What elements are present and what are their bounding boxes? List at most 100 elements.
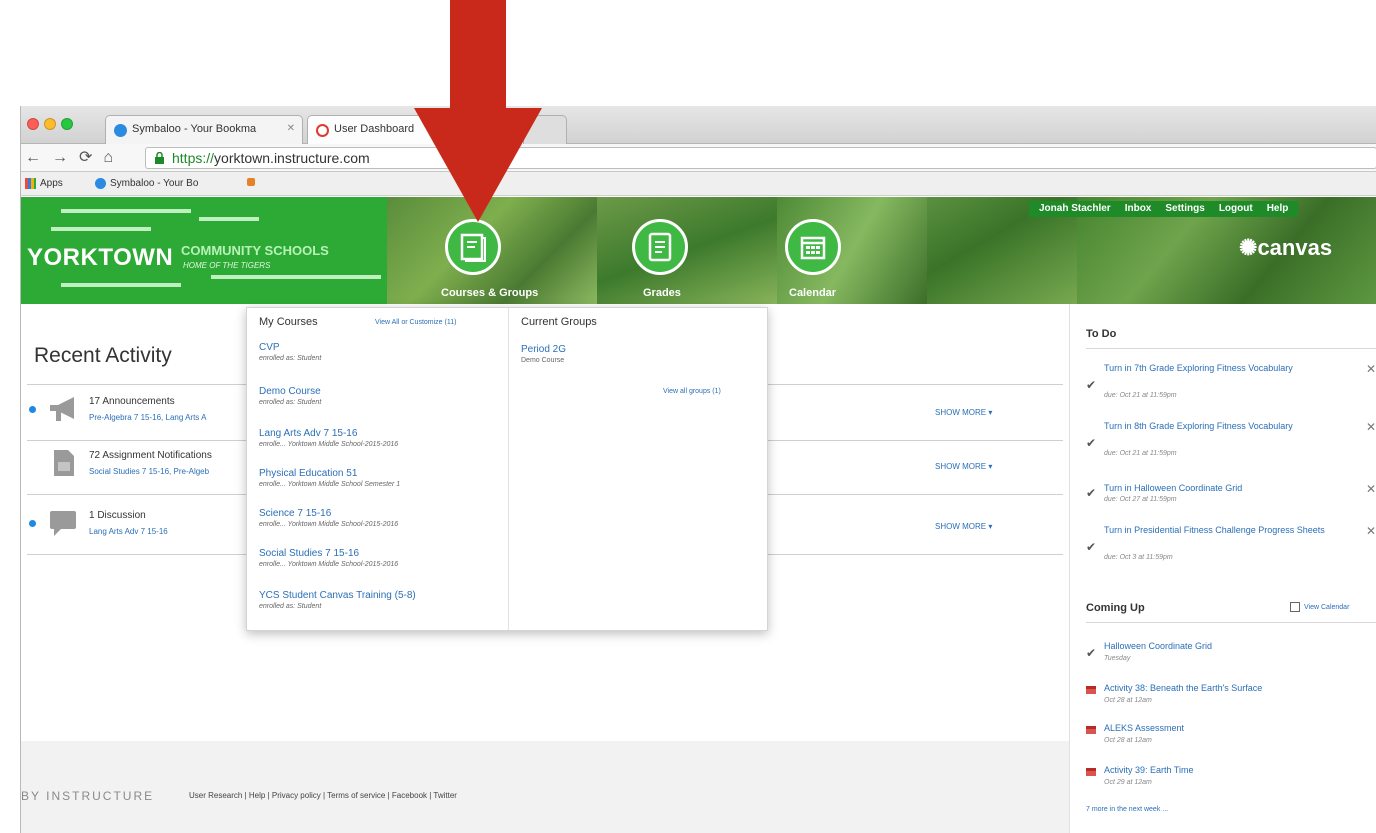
help-link[interactable]: Help	[1267, 203, 1289, 215]
calendar-icon	[800, 236, 826, 260]
current-groups-heading: Current Groups	[521, 316, 597, 328]
coming-up-item[interactable]: Activity 38: Beneath the Earth's Surface…	[1086, 682, 1376, 714]
group-name[interactable]: Period 2G	[521, 344, 767, 355]
forward-icon[interactable]: →	[52, 148, 68, 168]
coming-up-title[interactable]: Halloween Coordinate Grid	[1104, 640, 1212, 653]
show-more-label: SHOW MORE	[935, 462, 987, 471]
dismiss-icon[interactable]: ✕	[1366, 362, 1376, 376]
tab-symbaloo[interactable]: Symbaloo - Your Bookma ✕	[105, 115, 303, 144]
show-more-button[interactable]: SHOW MORE ▾	[935, 522, 992, 531]
logout-link[interactable]: Logout	[1219, 203, 1253, 215]
url-input[interactable]: https://yorktown.instructure.com	[145, 147, 1376, 169]
todo-item[interactable]: ✔ Turn in 7th Grade Exploring Fitness Vo…	[1086, 362, 1376, 408]
canvas-logo-text: canvas	[1257, 235, 1333, 260]
view-all-groups-link[interactable]: View all groups (1)	[663, 388, 721, 395]
bookmark-symbaloo[interactable]: Symbaloo - Your Bo	[95, 178, 198, 189]
more-upcoming-link[interactable]: 7 more in the next week ...	[1086, 806, 1168, 813]
course-name[interactable]: Demo Course	[259, 386, 505, 397]
coming-up-when: Oct 28 at 12am	[1104, 737, 1152, 744]
home-icon[interactable]: ⌂	[103, 148, 113, 168]
calendar-nav-button[interactable]	[785, 219, 841, 275]
course-item[interactable]: CVP enrolled as: Student	[259, 342, 505, 362]
zoom-window-button[interactable]	[61, 118, 73, 130]
right-sidebar: To Do ✔ Turn in 7th Grade Exploring Fitn…	[1069, 304, 1376, 833]
course-name[interactable]: Social Studies 7 15-16	[259, 548, 505, 559]
coming-up-item[interactable]: Activity 39: Earth Time Oct 29 at 12am	[1086, 764, 1376, 796]
lock-icon	[155, 152, 164, 164]
event-calendar-icon	[1086, 686, 1096, 694]
coming-up-item[interactable]: ALEKS Assessment Oct 28 at 12am	[1086, 722, 1376, 754]
course-name[interactable]: Science 7 15-16	[259, 508, 505, 519]
settings-link[interactable]: Settings	[1165, 203, 1204, 215]
coming-up-title[interactable]: Activity 38: Beneath the Earth's Surface	[1104, 682, 1262, 695]
show-more-button[interactable]: SHOW MORE ▾	[935, 462, 992, 471]
minimize-window-button[interactable]	[44, 118, 56, 130]
course-name[interactable]: Lang Arts Adv 7 15-16	[259, 428, 505, 439]
grades-nav-button[interactable]	[632, 219, 688, 275]
todo-title[interactable]: Turn in 8th Grade Exploring Fitness Voca…	[1104, 420, 1324, 433]
coming-up-title[interactable]: Activity 39: Earth Time	[1104, 764, 1194, 777]
todo-item[interactable]: ✔ Turn in 8th Grade Exploring Fitness Vo…	[1086, 420, 1376, 466]
group-item[interactable]: Period 2G Demo Course	[521, 344, 767, 364]
todo-item[interactable]: ✔ Turn in Halloween Coordinate Grid due:…	[1086, 482, 1376, 514]
bookmark-extra[interactable]	[247, 178, 255, 186]
courses-dropdown: My Courses View All or Customize (11) CV…	[246, 307, 768, 631]
todo-title[interactable]: Turn in Presidential Fitness Challenge P…	[1104, 524, 1334, 537]
activity-courses[interactable]: Social Studies 7 15-16, Pre-Algeb	[89, 467, 209, 476]
course-name[interactable]: CVP	[259, 342, 505, 353]
page-title: Recent Activity	[34, 344, 172, 367]
todo-item[interactable]: ✔ Turn in Presidential Fitness Challenge…	[1086, 524, 1376, 570]
grades-nav-label[interactable]: Grades	[643, 287, 681, 299]
canvas-header: YORKTOWN COMMUNITY SCHOOLS HOME OF THE T…	[21, 197, 1376, 304]
coming-up-title[interactable]: ALEKS Assessment	[1104, 722, 1184, 735]
logo-stripe	[61, 283, 181, 287]
footer: BY INSTRUCTURE User Research | Help | Pr…	[21, 741, 1069, 833]
back-icon[interactable]: ←	[25, 148, 41, 168]
activity-courses[interactable]: Lang Arts Adv 7 15-16	[89, 527, 168, 536]
reload-icon[interactable]: ⟳	[79, 148, 92, 168]
symbaloo-icon	[95, 178, 106, 189]
course-item[interactable]: Demo Course enrolled as: Student	[259, 386, 505, 406]
logo-name: YORKTOWN	[27, 244, 174, 271]
footer-links[interactable]: User Research | Help | Privacy policy | …	[189, 791, 457, 800]
courses-nav-label[interactable]: Courses & Groups	[441, 287, 538, 299]
close-window-button[interactable]	[27, 118, 39, 130]
user-name-link[interactable]: Jonah Stachler	[1039, 203, 1111, 215]
logo-stripe	[199, 217, 259, 221]
course-item[interactable]: Science 7 15-16 enrolle... Yorktown Midd…	[259, 508, 505, 528]
user-menu: Jonah Stachler Inbox Settings Logout Hel…	[1029, 201, 1299, 217]
school-logo[interactable]: YORKTOWN COMMUNITY SCHOOLS HOME OF THE T…	[21, 197, 387, 304]
dashboard-content: Recent Activity 17 Announcements Pre-Alg…	[21, 304, 1376, 833]
view-calendar-link[interactable]: View Calendar	[1290, 602, 1349, 612]
activity-title[interactable]: 1 Discussion	[89, 510, 146, 521]
course-enrollment: enrolled as: Student	[259, 355, 322, 362]
inbox-link[interactable]: Inbox	[1125, 203, 1152, 215]
todo-title[interactable]: Turn in Halloween Coordinate Grid	[1104, 482, 1324, 495]
assignment-check-icon: ✔	[1086, 646, 1097, 660]
course-item[interactable]: Social Studies 7 15-16 enrolle... Yorkto…	[259, 548, 505, 568]
course-item[interactable]: Physical Education 51 enrolle... Yorktow…	[259, 468, 505, 488]
instructure-brand[interactable]: BY INSTRUCTURE	[21, 789, 154, 803]
dismiss-icon[interactable]: ✕	[1366, 482, 1376, 496]
dismiss-icon[interactable]: ✕	[1366, 420, 1376, 434]
course-item[interactable]: YCS Student Canvas Training (5-8) enroll…	[259, 590, 505, 610]
coming-up-item[interactable]: ✔ Halloween Coordinate Grid Tuesday	[1086, 640, 1376, 672]
course-enrollment: enrolle... Yorktown Middle School-2015-2…	[259, 441, 399, 448]
course-item[interactable]: Lang Arts Adv 7 15-16 enrolle... Yorktow…	[259, 428, 505, 448]
activity-title[interactable]: 17 Announcements	[89, 396, 175, 407]
calendar-nav-label[interactable]: Calendar	[789, 287, 836, 299]
view-all-courses-link[interactable]: View All or Customize (11)	[375, 319, 456, 326]
bookmark-apps[interactable]: Apps	[25, 178, 63, 189]
dismiss-icon[interactable]: ✕	[1366, 524, 1376, 538]
course-name[interactable]: YCS Student Canvas Training (5-8)	[259, 590, 505, 601]
nav-buttons: ← → ⟳ ⌂	[25, 148, 113, 168]
show-more-button[interactable]: SHOW MORE ▾	[935, 408, 992, 417]
address-toolbar: ← → ⟳ ⌂ https://yorktown.instructure.com	[21, 144, 1376, 172]
course-name[interactable]: Physical Education 51	[259, 468, 505, 479]
close-tab-icon[interactable]: ✕	[287, 123, 295, 134]
activity-title[interactable]: 72 Assignment Notifications	[89, 450, 212, 461]
divider	[1086, 348, 1376, 349]
activity-courses[interactable]: Pre-Algebra 7 15-16, Lang Arts A	[89, 413, 206, 422]
todo-title[interactable]: Turn in 7th Grade Exploring Fitness Voca…	[1104, 362, 1324, 375]
screenshot: Symbaloo - Your Bookma ✕ User Dashboard …	[0, 0, 1376, 833]
